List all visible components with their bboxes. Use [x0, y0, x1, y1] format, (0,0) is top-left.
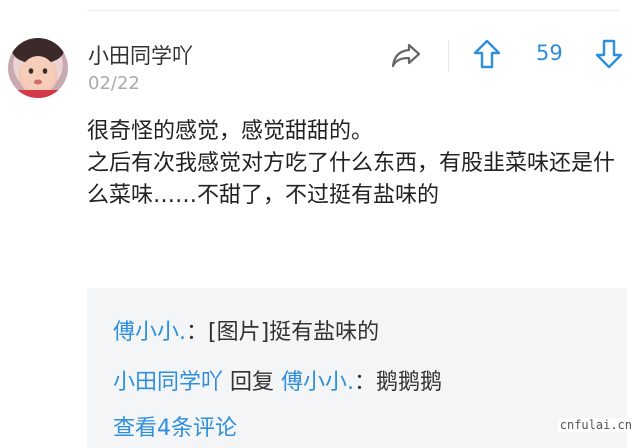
- reply-content: [图片]挺有盐味的: [208, 320, 380, 345]
- reply-separator: ：: [186, 320, 209, 345]
- share-icon[interactable]: [390, 40, 422, 70]
- reply-word: 回复: [230, 370, 275, 395]
- thumb-up-arrow-icon[interactable]: [472, 38, 502, 70]
- reply-author[interactable]: 傅小小.: [113, 320, 186, 345]
- top-divider: [86, 10, 620, 11]
- watermark: cnfulai.cn: [557, 418, 634, 432]
- toolbar-divider: [448, 40, 449, 72]
- reply-item[interactable]: 傅小小.：[图片]挺有盐味的: [113, 314, 379, 346]
- reply-author[interactable]: 小田同学吖: [113, 370, 223, 395]
- comment-date: 02/22: [88, 73, 140, 94]
- avatar[interactable]: [8, 38, 68, 98]
- reply-content: 鹅鹅鹅: [376, 370, 443, 395]
- reply-target[interactable]: 傅小小.: [281, 370, 354, 395]
- view-more-replies-link[interactable]: 查看4条评论: [113, 410, 237, 442]
- reply-item[interactable]: 小田同学吖 回复 傅小小.：鹅鹅鹅: [113, 364, 442, 396]
- thumb-down-arrow-icon[interactable]: [594, 38, 624, 70]
- comment-body: 很奇怪的感觉，感觉甜甜的。 之后有次我感觉对方吃了什么东西，有股韭菜味还是什么菜…: [87, 119, 616, 208]
- comment-username[interactable]: 小田同学吖: [88, 40, 193, 70]
- replies-box: 傅小小.：[图片]挺有盐味的 小田同学吖 回复 傅小小.：鹅鹅鹅 查看4条评论: [87, 288, 627, 448]
- reply-separator: ：: [354, 370, 377, 395]
- avatar-face-icon: [12, 38, 64, 98]
- vote-count: 59: [536, 41, 563, 65]
